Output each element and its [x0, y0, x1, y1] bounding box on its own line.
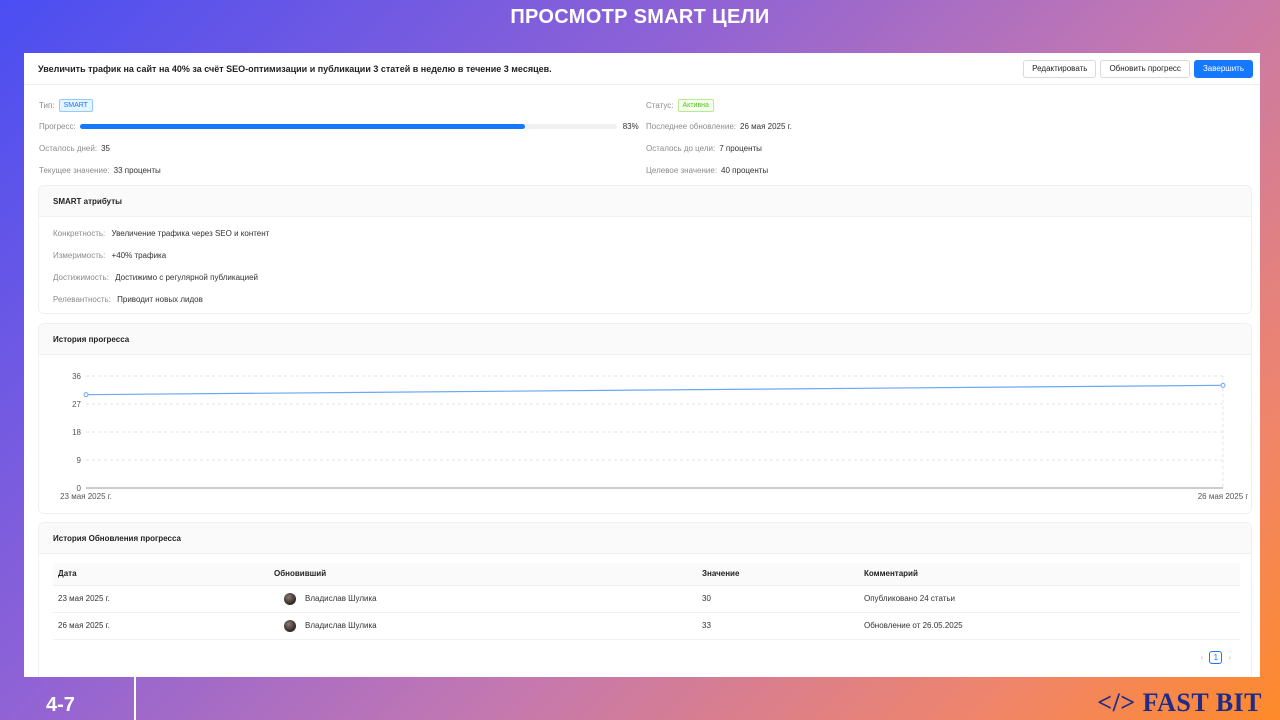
- attr-relevant: Релевантность: Приводит новых лидов: [53, 295, 203, 304]
- attr-value: Достижимо с регулярной публикацией: [115, 273, 258, 282]
- update-progress-button[interactable]: Обновить прогресс: [1100, 59, 1190, 78]
- update-history-table: Дата Обновивший Значение Комментарий 23 …: [53, 563, 1240, 640]
- row-date: 26 мая 2025 г.: [53, 612, 269, 640]
- current-value-field: Текущее значение: 33 проценты: [39, 166, 161, 175]
- finish-button[interactable]: Завершить: [1193, 59, 1253, 78]
- y-tick-label: 36: [72, 372, 81, 381]
- progress-field: Прогресс: 83%: [39, 122, 639, 131]
- attr-label: Конкретность:: [53, 229, 106, 238]
- row-updater: Владислав Шулика: [269, 585, 697, 613]
- progress-bar: [79, 124, 617, 129]
- goal-details: Тип: SMART Статус: Активна Прогресс: 83%…: [24, 85, 1260, 185]
- target-value: 40 проценты: [721, 166, 769, 175]
- progress-history-card: История прогресса 0 9 18 27 36 23 мая 2025 г.…: [38, 323, 1252, 514]
- data-point: [1220, 382, 1226, 388]
- y-tick-label: 27: [72, 400, 81, 409]
- updated-value: 26 мая 2025 г.: [740, 122, 792, 131]
- current-value-label: Текущее значение:: [39, 166, 110, 175]
- attr-label: Измеримость:: [53, 251, 106, 260]
- days-left-value: 35: [101, 144, 110, 153]
- row-updater-name: Владислав Шулика: [305, 593, 377, 603]
- updated-field: Последнее обновление: 26 мая 2025 г.: [646, 122, 792, 131]
- row-value: 33: [697, 612, 859, 640]
- progress-percent: 83%: [622, 122, 639, 131]
- attr-specific: Конкретность: Увеличение трафика через S…: [53, 229, 269, 238]
- y-tick-label: 9: [77, 456, 82, 465]
- data-point: [83, 392, 89, 398]
- update-history-card: История Обновления прогресса Дата Обнови…: [38, 522, 1252, 677]
- col-comment[interactable]: Комментарий: [859, 563, 1240, 586]
- table-header-row: Дата Обновивший Значение Комментарий: [53, 563, 1240, 586]
- table-row: 26 мая 2025 г. Владислав Шулика 33 Обнов…: [53, 612, 1240, 640]
- slide-number: 4-7: [46, 694, 75, 716]
- attr-value: Увеличение трафика через SEO и контент: [111, 229, 270, 238]
- row-value: 30: [697, 585, 859, 613]
- slide-title: ПРОСМОТР SMART ЦЕЛИ: [510, 6, 770, 28]
- col-value[interactable]: Значение: [697, 563, 859, 586]
- days-left-label: Осталось дней:: [39, 144, 98, 153]
- type-tag: SMART: [58, 99, 93, 112]
- type-label: Тип:: [39, 101, 55, 110]
- updated-label: Последнее обновление:: [646, 122, 736, 131]
- avatar: [284, 592, 296, 605]
- x-tick-label: 23 мая 2025 г.: [60, 492, 112, 501]
- row-date: 23 мая 2025 г.: [53, 585, 269, 613]
- brand-logo: </> FAST BIT: [1097, 688, 1262, 717]
- goal-actions: Редактировать Обновить прогресс Завершит…: [1023, 59, 1253, 78]
- progress-history-title: История прогресса: [39, 324, 1251, 355]
- attr-achievable: Достижимость: Достижимо с регулярной пуб…: [53, 273, 258, 282]
- goal-view-panel: Увеличить трафик на сайт на 40% за счёт …: [24, 53, 1260, 677]
- goal-title: Увеличить трафик на сайт на 40% за счёт …: [38, 63, 552, 74]
- x-tick-label: 26 мая 2025 г: [1198, 492, 1249, 501]
- progress-label: Прогресс:: [39, 122, 76, 131]
- avatar: [284, 619, 296, 632]
- y-tick-label: 18: [72, 428, 81, 437]
- status-field: Статус: Активна: [646, 99, 714, 112]
- row-comment: Опубликовано 24 статьи: [859, 585, 1240, 613]
- current-value: 33 проценты: [113, 166, 161, 175]
- row-comment: Обновление от 26.05.2025: [859, 612, 1240, 640]
- type-field: Тип: SMART: [39, 99, 93, 112]
- target-value-label: Целевое значение:: [646, 166, 718, 175]
- left-to-goal-value: 7 проценты: [719, 144, 762, 153]
- row-updater: Владислав Шулика: [269, 612, 697, 640]
- attr-value: Приводит новых лидов: [117, 295, 203, 304]
- page-1-button[interactable]: 1: [1209, 651, 1223, 664]
- status-badge: Активна: [677, 99, 714, 112]
- prev-page-icon[interactable]: ‹: [1201, 653, 1204, 662]
- progress-bar-fill: [79, 124, 526, 129]
- col-date[interactable]: Дата: [53, 563, 269, 586]
- edit-button[interactable]: Редактировать: [1023, 59, 1097, 78]
- status-label: Статус:: [646, 101, 674, 110]
- col-updater[interactable]: Обновивший: [269, 563, 697, 586]
- table-row: 23 мая 2025 г. Владислав Шулика 30 Опубл…: [53, 585, 1240, 613]
- smart-attributes-card: SMART атрибуты Конкретность: Увеличение …: [38, 185, 1252, 314]
- row-updater-name: Владислав Шулика: [305, 620, 377, 630]
- attr-measurable: Измеримость: +40% трафика: [53, 251, 166, 260]
- goal-header: Увеличить трафик на сайт на 40% за счёт …: [24, 53, 1260, 85]
- next-page-icon[interactable]: ›: [1228, 653, 1231, 662]
- series-line: [85, 384, 1224, 396]
- progress-history-chart: 0918273623 мая 2025 г. 26 мая 2025 г: [60, 372, 1249, 501]
- update-history-title: История Обновления прогресса: [39, 523, 1251, 554]
- left-to-goal-field: Осталось до цели: 7 проценты: [646, 144, 762, 153]
- target-value-field: Целевое значение: 40 проценты: [646, 166, 768, 175]
- attr-value: +40% трафика: [111, 251, 167, 260]
- footer-divider: [134, 677, 136, 720]
- smart-attributes-title: SMART атрибуты: [39, 186, 1251, 217]
- attr-label: Достижимость:: [53, 273, 109, 282]
- attr-label: Релевантность:: [53, 295, 111, 304]
- left-to-goal-label: Осталось до цели:: [646, 144, 716, 153]
- pagination: ‹ 1 ›: [1201, 651, 1231, 664]
- days-left-field: Осталось дней: 35: [39, 144, 110, 153]
